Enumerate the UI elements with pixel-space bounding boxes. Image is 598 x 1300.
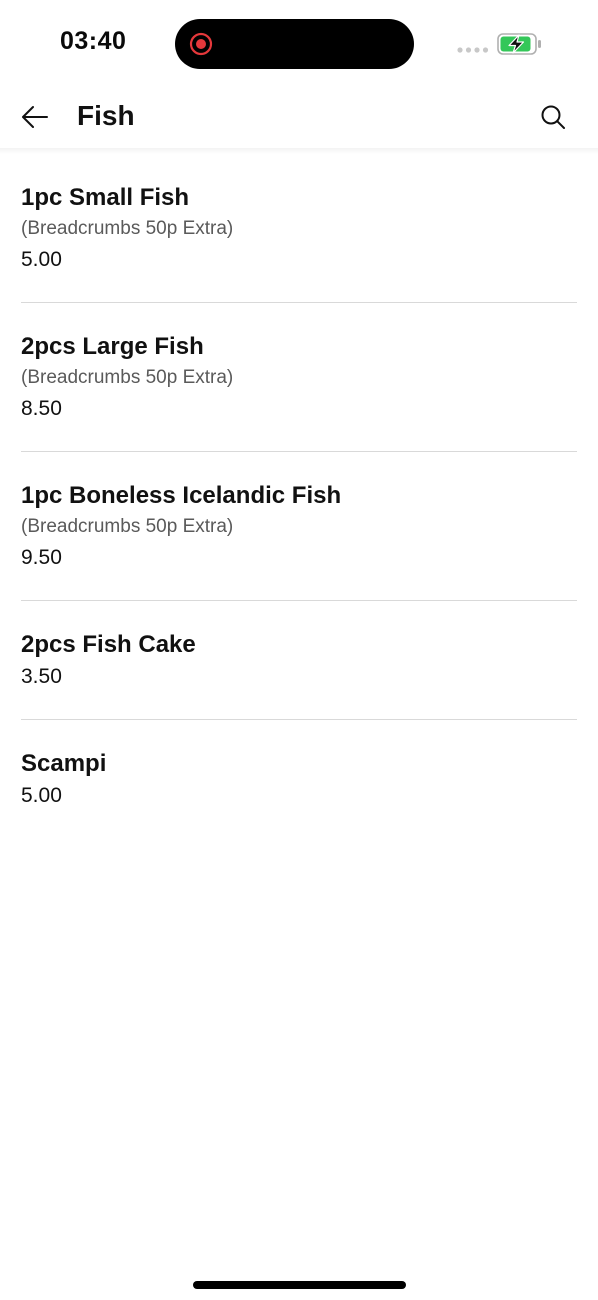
status-time: 03:40 <box>60 27 127 55</box>
item-name: Scampi <box>21 750 107 777</box>
item-name: 2pcs Large Fish <box>21 333 204 360</box>
item-note: (Breadcrumbs 50p Extra) <box>21 516 234 537</box>
menu-item-boneless-icelandic-fish[interactable]: 1pc Boneless Icelandic Fish (Breadcrumbs… <box>21 452 577 601</box>
item-note: (Breadcrumbs 50p Extra) <box>21 367 234 388</box>
signal-icon <box>457 47 489 53</box>
menu-list: 1pc Small Fish (Breadcrumbs 50p Extra) 5… <box>21 154 577 838</box>
item-name: 1pc Small Fish <box>21 184 190 211</box>
dynamic-island <box>175 19 414 69</box>
item-price: 9.50 <box>21 546 62 569</box>
item-name: 1pc Boneless Icelandic Fish <box>21 482 342 509</box>
screen-recording-icon <box>189 32 213 56</box>
menu-item-scampi[interactable]: Scampi 5.00 <box>21 720 577 838</box>
search-icon <box>541 105 565 129</box>
item-note: (Breadcrumbs 50p Extra) <box>21 218 234 239</box>
back-button[interactable] <box>16 98 54 136</box>
menu-item-fish-cake[interactable]: 2pcs Fish Cake 3.50 <box>21 601 577 720</box>
arrow-left-icon <box>22 106 48 128</box>
item-price: 8.50 <box>21 397 62 420</box>
item-price: 3.50 <box>21 665 62 688</box>
item-price: 5.00 <box>21 784 62 807</box>
search-button[interactable] <box>534 98 572 136</box>
battery-charging-icon <box>497 33 541 55</box>
item-name: 2pcs Fish Cake <box>21 631 196 658</box>
item-price: 5.00 <box>21 248 62 271</box>
menu-item-small-fish[interactable]: 1pc Small Fish (Breadcrumbs 50p Extra) 5… <box>21 154 577 303</box>
page-title: Fish <box>77 100 135 131</box>
menu-item-large-fish[interactable]: 2pcs Large Fish (Breadcrumbs 50p Extra) … <box>21 303 577 452</box>
status-bar: 03:40 <box>0 0 598 88</box>
home-indicator[interactable] <box>193 1281 406 1289</box>
app-header: Fish <box>0 88 598 148</box>
